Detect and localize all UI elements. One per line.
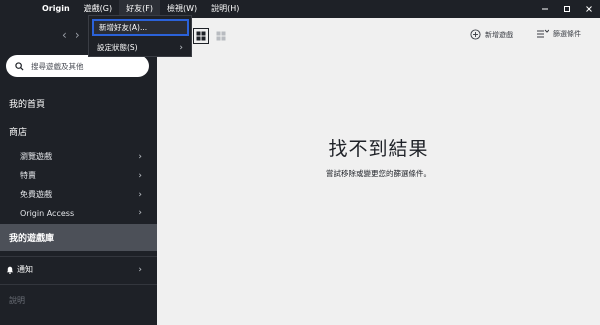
filter-icon: [537, 29, 549, 38]
divider: [0, 256, 157, 257]
notifications-label: 通知: [17, 265, 33, 274]
chevron-right-icon: ›: [138, 264, 142, 275]
sidebar: ‹ › 搜尋遊戲及其他 我的首頁 商店 瀏覽遊戲 › 特賣 › 免費遊戲 › O…: [0, 18, 157, 325]
maximize-icon[interactable]: [556, 0, 578, 18]
menu-help[interactable]: 說明(H): [204, 0, 246, 18]
menu-origin[interactable]: Origin: [36, 0, 77, 18]
chevron-right-icon: ›: [138, 151, 142, 162]
view-toggle: [193, 28, 229, 44]
chevron-right-icon: ›: [138, 170, 142, 181]
sidebar-item-library[interactable]: 我的遊戲庫: [0, 224, 157, 251]
empty-state-subtitle: 嘗試移除或變更您的篩選條件。: [326, 169, 431, 178]
window-controls: [534, 0, 600, 18]
menu-item-set-status[interactable]: 設定狀態(S) ›: [92, 39, 189, 56]
chevron-right-icon: ›: [179, 42, 183, 53]
minimize-icon[interactable]: [534, 0, 556, 18]
sidebar-item-label: 瀏覽遊戲: [20, 152, 52, 161]
main-content: 新增遊戲 篩選條件 找不到結果 嘗試移除或變更您的篩選條件。: [157, 18, 600, 325]
chevron-left-icon[interactable]: ‹: [62, 28, 67, 42]
sidebar-item-label: 免費遊戲: [20, 190, 52, 199]
menu-item-add-friend[interactable]: 新增好友(A)...: [92, 19, 189, 36]
add-game-label: 新增遊戲: [485, 30, 513, 39]
friends-dropdown-menu: 新增好友(A)... 設定狀態(S) ›: [88, 15, 192, 57]
empty-state-title: 找不到結果: [328, 138, 429, 160]
sidebar-item-notifications[interactable]: 通知 ›: [6, 264, 142, 275]
sidebar-item-help[interactable]: 說明: [9, 295, 25, 306]
search-placeholder: 搜尋遊戲及其他: [31, 61, 84, 71]
chevron-right-icon[interactable]: ›: [75, 28, 80, 42]
plus-circle-icon: [470, 29, 481, 40]
close-icon[interactable]: [578, 0, 600, 18]
chevron-right-icon: ›: [138, 208, 142, 218]
menu-item-label: 新增好友(A)...: [99, 23, 148, 32]
grid-view-icon[interactable]: [193, 28, 209, 44]
search-input[interactable]: 搜尋遊戲及其他: [6, 55, 149, 77]
sidebar-item-home[interactable]: 我的首頁: [9, 97, 45, 110]
filter-label: 篩選條件: [553, 30, 581, 38]
sidebar-item-label: Origin Access: [20, 208, 75, 218]
sidebar-item-origin-access[interactable]: Origin Access ›: [20, 208, 142, 218]
filter-button[interactable]: 篩選條件: [537, 29, 581, 39]
divider: [0, 284, 157, 285]
add-game-button[interactable]: 新增遊戲: [470, 29, 513, 40]
bell-icon: [6, 266, 14, 274]
sidebar-item-free-games[interactable]: 免費遊戲 ›: [20, 189, 142, 200]
history-nav: ‹ ›: [62, 28, 80, 42]
sidebar-item-label: 特賣: [20, 171, 36, 180]
search-icon: [15, 61, 24, 71]
chevron-right-icon: ›: [138, 189, 142, 200]
menu-item-label: 設定狀態(S): [97, 43, 138, 52]
tile-view-icon[interactable]: [213, 28, 229, 44]
sidebar-item-browse-games[interactable]: 瀏覽遊戲 ›: [20, 151, 142, 162]
sidebar-item-store[interactable]: 商店: [9, 125, 27, 138]
sidebar-item-deals[interactable]: 特賣 ›: [20, 170, 142, 181]
